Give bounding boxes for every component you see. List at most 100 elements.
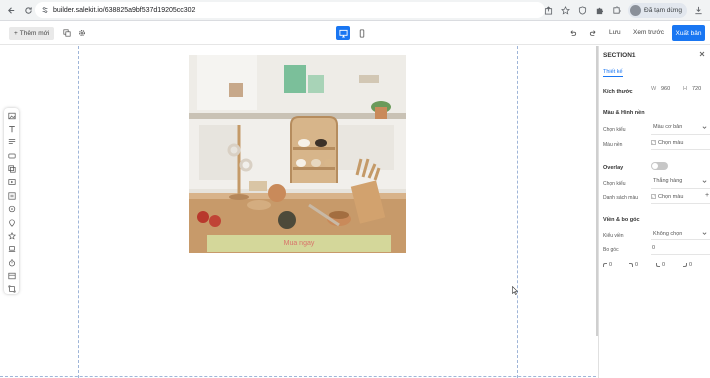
text-tool-icon[interactable] [7, 124, 16, 133]
bg-color-label: Màu nền [603, 142, 623, 148]
desktop-icon [338, 29, 348, 38]
corner-bottom-right[interactable]: 0 [683, 262, 692, 268]
laptop-tool-icon[interactable] [7, 245, 16, 254]
divider [651, 134, 710, 135]
properties-panel: SECTION1 Thiết kế Kích thước W 960 H 720… [598, 46, 710, 378]
location-tool-icon[interactable] [7, 218, 16, 227]
height-prefix: H [683, 86, 687, 92]
mobile-icon [359, 28, 365, 38]
share-icon[interactable] [543, 5, 554, 16]
overlay-type-select[interactable]: Thẳng hàng [653, 178, 682, 184]
add-color-icon[interactable]: + [705, 192, 709, 199]
corner-bl-icon [656, 263, 660, 267]
preview-button[interactable]: Xem trước [633, 29, 664, 36]
corner-value: 0 [609, 262, 613, 268]
undo-icon[interactable] [567, 28, 577, 38]
corner-value: 0 [662, 262, 666, 268]
divider [651, 254, 710, 255]
section-guide-bottom [0, 376, 596, 377]
star-tool-icon[interactable] [7, 231, 16, 240]
corner-tr-icon [629, 263, 633, 267]
corner-br-icon [683, 263, 687, 267]
color-swatch-icon [651, 140, 656, 146]
chevron-down-icon[interactable] [702, 231, 707, 236]
width-prefix: W [651, 86, 657, 92]
product-image[interactable] [189, 55, 406, 253]
gallery-tool-icon[interactable] [7, 164, 16, 173]
close-icon[interactable] [699, 51, 705, 57]
add-new-label: Thêm mới [19, 30, 50, 37]
frame-tool-icon[interactable] [7, 285, 16, 294]
divider [651, 149, 710, 150]
publish-button[interactable]: Xuất bản [672, 25, 705, 41]
bg-type-select[interactable]: Màu cơ bản [653, 124, 682, 130]
height-field[interactable]: 720 [692, 86, 701, 92]
profile-button[interactable]: Đã tạm dừng [628, 2, 687, 18]
site-info-icon[interactable] [41, 6, 49, 14]
add-new-button[interactable]: + Thêm mới [9, 27, 55, 40]
color-section-title: Màu & Hình nền [603, 110, 645, 116]
layout-tool-icon[interactable] [7, 271, 16, 280]
element-toolbar [4, 108, 19, 294]
layers-icon[interactable] [62, 28, 72, 38]
desktop-view-button[interactable] [336, 26, 350, 40]
button-tool-icon[interactable] [7, 151, 16, 160]
chevron-down-icon[interactable] [702, 125, 707, 130]
corner-tl-icon [603, 263, 607, 267]
radius-label: Bo góc [603, 247, 619, 253]
overlay-toggle[interactable] [651, 162, 668, 170]
border-section-title: Viền & bo góc [603, 217, 640, 223]
url-text: builder.salekit.io/638825a9bf537d19205cc… [53, 6, 196, 14]
browser-actions: Đã tạm dừng [543, 2, 704, 18]
overlay-type-label: Chọn kiểu [603, 181, 626, 187]
video-tool-icon[interactable] [7, 178, 16, 187]
corner-top-right[interactable]: 0 [629, 262, 638, 268]
corner-top-left[interactable]: 0 [603, 262, 612, 268]
avatar [630, 4, 642, 16]
color-swatch-icon [651, 194, 656, 200]
paragraph-tool-icon[interactable] [7, 138, 16, 147]
chevron-down-icon[interactable] [702, 179, 707, 184]
color-list-picker[interactable]: Chọn màu [651, 194, 683, 200]
radius-field[interactable]: 0 [652, 245, 655, 251]
plus-icon: + [14, 30, 18, 37]
corner-value: 0 [635, 262, 639, 268]
download-icon[interactable] [693, 5, 704, 16]
save-button[interactable]: Lưu [609, 29, 621, 36]
divider [651, 239, 710, 240]
divider [651, 188, 710, 189]
address-bar[interactable]: builder.salekit.io/638825a9bf537d19205cc… [35, 2, 545, 18]
shield-icon[interactable] [577, 5, 588, 16]
form-tool-icon[interactable] [7, 191, 16, 200]
bg-color-picker[interactable]: Chọn màu [651, 140, 683, 146]
back-icon[interactable] [5, 4, 17, 16]
builder-toolbar: + Thêm mới Lưu Xem trước Xuất bản [0, 22, 710, 45]
tab-design[interactable]: Thiết kế [603, 69, 623, 77]
extension-icon[interactable] [594, 5, 605, 16]
color-list-label: Danh sách màu [603, 195, 639, 201]
mouse-cursor-icon [512, 286, 518, 295]
corner-value: 0 [689, 262, 693, 268]
bg-color-value: Chọn màu [658, 140, 684, 146]
buy-now-button[interactable]: Mua ngay [207, 235, 391, 252]
browser-toolbar: builder.salekit.io/638825a9bf537d19205cc… [0, 0, 710, 21]
border-type-label: Kiểu viền [603, 233, 624, 239]
star-icon[interactable] [560, 5, 571, 16]
corner-bottom-left[interactable]: 0 [656, 262, 665, 268]
kitchen-toys-illustration [189, 55, 406, 253]
section-guide-right [517, 46, 518, 378]
profile-status: Đã tạm dừng [644, 6, 682, 14]
redo-icon[interactable] [588, 28, 598, 38]
gear-icon[interactable] [77, 28, 87, 38]
reload-icon[interactable] [22, 4, 34, 16]
divider [651, 203, 710, 204]
mobile-view-button[interactable] [355, 26, 369, 40]
bg-type-label: Chọn kiểu [603, 127, 626, 133]
image-tool-icon[interactable] [7, 111, 16, 120]
size-label: Kích thước [603, 89, 633, 95]
timer-tool-icon[interactable] [7, 258, 16, 267]
border-type-select[interactable]: Không chọn [653, 231, 682, 237]
icon-tool-icon[interactable] [7, 205, 16, 214]
puzzle-icon[interactable] [611, 5, 622, 16]
width-field[interactable]: 960 [661, 86, 670, 92]
